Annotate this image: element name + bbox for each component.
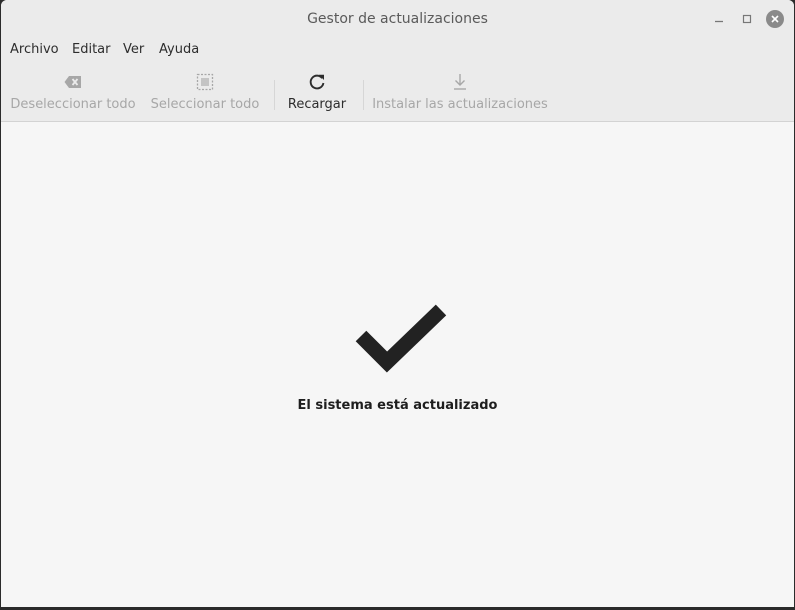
- clear-icon: [64, 72, 82, 92]
- select-all-button[interactable]: Seleccionar todo: [151, 62, 259, 121]
- maximize-icon: [742, 14, 752, 24]
- maximize-button[interactable]: [738, 10, 756, 28]
- reload-label: Recargar: [287, 97, 347, 112]
- refresh-icon: [308, 72, 326, 92]
- deselect-all-label: Deseleccionar todo: [10, 97, 136, 112]
- select-all-icon: [196, 72, 214, 92]
- install-updates-button[interactable]: Instalar las actualizaciones: [372, 62, 548, 121]
- close-button[interactable]: [766, 10, 784, 28]
- deselect-all-button[interactable]: Deseleccionar todo: [10, 62, 136, 121]
- menu-ver[interactable]: Ver: [123, 42, 144, 57]
- main-content: El sistema está actualizado: [1, 122, 794, 607]
- install-updates-label: Instalar las actualizaciones: [372, 97, 548, 112]
- menu-bar: Archivo Editar Ver Ayuda: [1, 38, 794, 62]
- status-message: El sistema está actualizado: [297, 398, 498, 413]
- minimize-icon: [715, 20, 723, 23]
- select-all-label: Seleccionar todo: [150, 97, 260, 112]
- window-title: Gestor de actualizaciones: [307, 11, 488, 27]
- toolbar-separator: [363, 80, 364, 110]
- toolbar-separator: [274, 80, 275, 110]
- close-icon: [771, 15, 779, 23]
- update-manager-window: Gestor de actualizaciones Archivo Editar…: [1, 0, 794, 607]
- toolbar: Deseleccionar todo Seleccionar todo Reca…: [1, 62, 794, 122]
- menu-editar[interactable]: Editar: [72, 42, 111, 57]
- download-icon: [452, 72, 468, 92]
- menu-archivo[interactable]: Archivo: [10, 42, 59, 57]
- checkmark-icon: [353, 302, 449, 380]
- minimize-button[interactable]: [710, 10, 728, 28]
- title-bar[interactable]: Gestor de actualizaciones: [1, 0, 794, 38]
- menu-ayuda[interactable]: Ayuda: [159, 42, 199, 57]
- reload-button[interactable]: Recargar: [285, 62, 349, 121]
